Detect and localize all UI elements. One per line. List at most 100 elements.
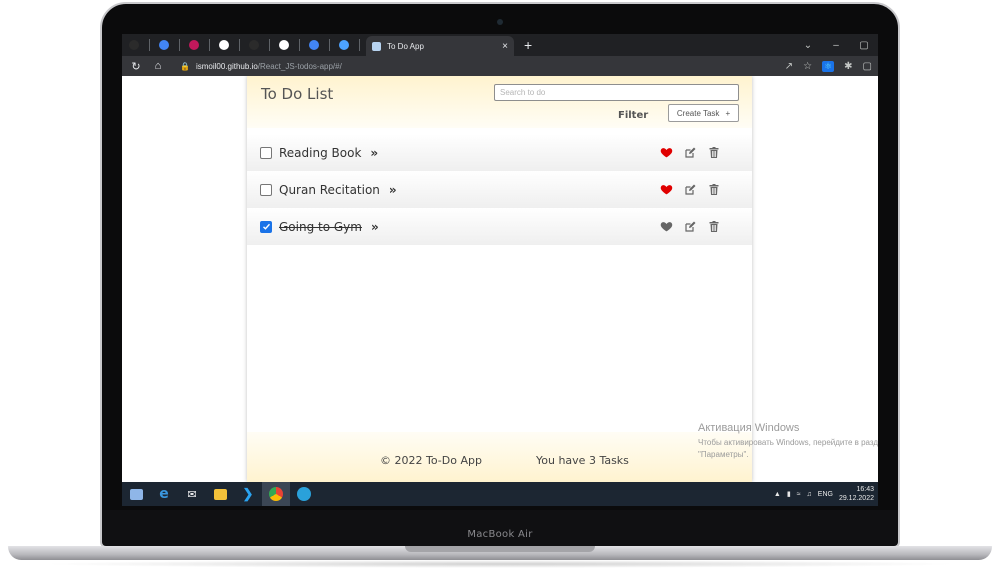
address-bar[interactable]: 🔒 ismoil00.github.io /React_JS-todos-app… [172,58,777,74]
pinned-tab-favicon-icon [249,40,259,50]
bookmark-star-icon[interactable]: ☆ [803,61,812,72]
favorite-heart-icon[interactable] [659,183,673,197]
tray-chevron-icon[interactable]: ▲ [774,491,781,498]
edit-icon[interactable] [683,183,697,197]
footer-copyright: © 2022 To-Do App [380,454,482,467]
browser-toolbar: ↻ ⌂ 🔒 ismoil00.github.io /React_JS-todos… [122,56,878,76]
create-task-label: Create Task [676,108,720,118]
task-details-icon[interactable]: » [370,146,378,160]
tab-separator [179,39,180,51]
plus-icon: + [725,108,731,118]
tab-separator [149,39,150,51]
pinned-tab-favicon-icon [339,40,349,50]
task-label: Quran Recitation [279,182,380,197]
clock-time: 16:43 [856,486,874,493]
pinned-tab[interactable] [246,34,262,56]
device-label: MacBook Air [467,529,533,540]
home-icon[interactable]: ⌂ [150,60,166,72]
tab-title: To Do App [387,41,424,51]
app-header: To Do List Filter Create Task + [247,76,752,128]
favorite-heart-icon[interactable] [659,220,673,234]
page-title: To Do List [261,85,334,103]
battery-icon[interactable]: ▮ [787,490,791,498]
minimize-button[interactable]: – [822,40,850,51]
mail-icon[interactable]: ✉ [178,482,206,506]
tab-favicon-icon [372,41,381,51]
tab-separator [299,39,300,51]
filter-label[interactable]: Filter [618,110,648,121]
pinned-tab-favicon-icon [219,40,229,50]
pinned-tab-favicon-icon [279,40,289,50]
pinned-tab[interactable] [276,34,292,56]
extensions-icon[interactable]: ✱ [844,61,852,72]
task-checkbox[interactable] [260,183,272,196]
clock-date: 29.12.2022 [838,495,874,502]
trash-icon[interactable] [707,146,721,160]
todo-app: To Do List Filter Create Task + Reading … [247,76,752,482]
tab-todo-app[interactable]: To Do App × [366,36,514,56]
windows-taskbar: e ✉ ❯ ▲ ▮ ≈ ♫ ENG 16:43 29.12.2022 [122,482,878,506]
file-explorer-icon[interactable] [206,482,234,506]
url-path: /React_JS-todos-app/#/ [257,61,342,71]
start-paint-icon[interactable] [122,482,150,506]
tab-separator [239,39,240,51]
pinned-tab-favicon-icon [129,40,139,50]
pinned-tab[interactable] [156,34,172,56]
trash-icon[interactable] [707,183,721,197]
clock[interactable]: 16:43 29.12.2022 [839,485,874,503]
wifi-icon[interactable]: ≈ [797,491,801,498]
tab-separator [209,39,210,51]
pinned-tab[interactable] [216,34,232,56]
task-details-icon[interactable]: » [389,183,397,197]
task-label: Reading Book [279,145,362,160]
vscode-icon[interactable]: ❯ [234,482,262,506]
camera [497,19,503,25]
edge-icon[interactable]: e [150,482,178,506]
edit-icon[interactable] [683,146,697,160]
favorite-heart-icon[interactable] [659,146,673,160]
language-indicator[interactable]: ENG [818,491,833,498]
trash-icon[interactable] [707,220,721,234]
side-panel-icon[interactable]: ▢ [863,61,872,72]
pinned-tab[interactable] [186,34,202,56]
task-actions [659,220,721,234]
react-devtools-icon[interactable]: ⚛ [822,60,835,72]
browser-tabbar: To Do App × + ⌄ – ▢ [122,34,878,56]
share-icon[interactable]: ↗ [785,61,793,72]
create-task-button[interactable]: Create Task + [668,104,739,122]
pinned-tab[interactable] [126,34,142,56]
laptop-shadow [40,560,960,568]
tab-separator [329,39,330,51]
task-details-icon[interactable]: » [371,220,379,234]
pinned-tab-favicon-icon [159,40,169,50]
toolbar-icons: ↗ ☆ ⚛ ✱ ▢ [785,60,872,72]
chrome-icon[interactable] [262,482,290,506]
pinned-tab-favicon-icon [309,40,319,50]
pinned-tab-favicon-icon [189,40,199,50]
pinned-tab[interactable] [336,34,352,56]
pinned-tab[interactable] [306,34,322,56]
windows-activation-watermark: Активация Windows Чтобы активировать Win… [698,422,878,461]
tab-separator [269,39,270,51]
reload-icon[interactable]: ↻ [128,60,144,73]
search-input[interactable] [494,84,739,101]
task-row: Reading Book » [247,134,752,171]
lock-icon[interactable]: 🔒 [180,62,190,71]
task-checkbox[interactable] [260,220,272,233]
volume-icon[interactable]: ♫ [807,491,812,498]
task-list: Reading Book» Quran Recitation» Going to G… [247,134,752,245]
app-footer: © 2022 To-Do App You have 3 Tasks [247,432,752,482]
task-actions [659,183,721,197]
edit-icon[interactable] [683,220,697,234]
tab-search-icon[interactable]: ⌄ [794,40,822,51]
activation-title: Активация Windows [698,422,800,434]
tab-separator [359,39,360,51]
new-tab-button[interactable]: + [524,37,532,53]
close-tab-icon[interactable]: × [502,41,508,52]
task-checkbox[interactable] [260,146,272,159]
telegram-icon[interactable] [290,482,318,506]
task-row: Quran Recitation » [247,171,752,208]
system-tray: ▲ ▮ ≈ ♫ ENG 16:43 29.12.2022 [774,485,878,503]
maximize-button[interactable]: ▢ [850,40,878,51]
laptop-notch [405,546,595,552]
